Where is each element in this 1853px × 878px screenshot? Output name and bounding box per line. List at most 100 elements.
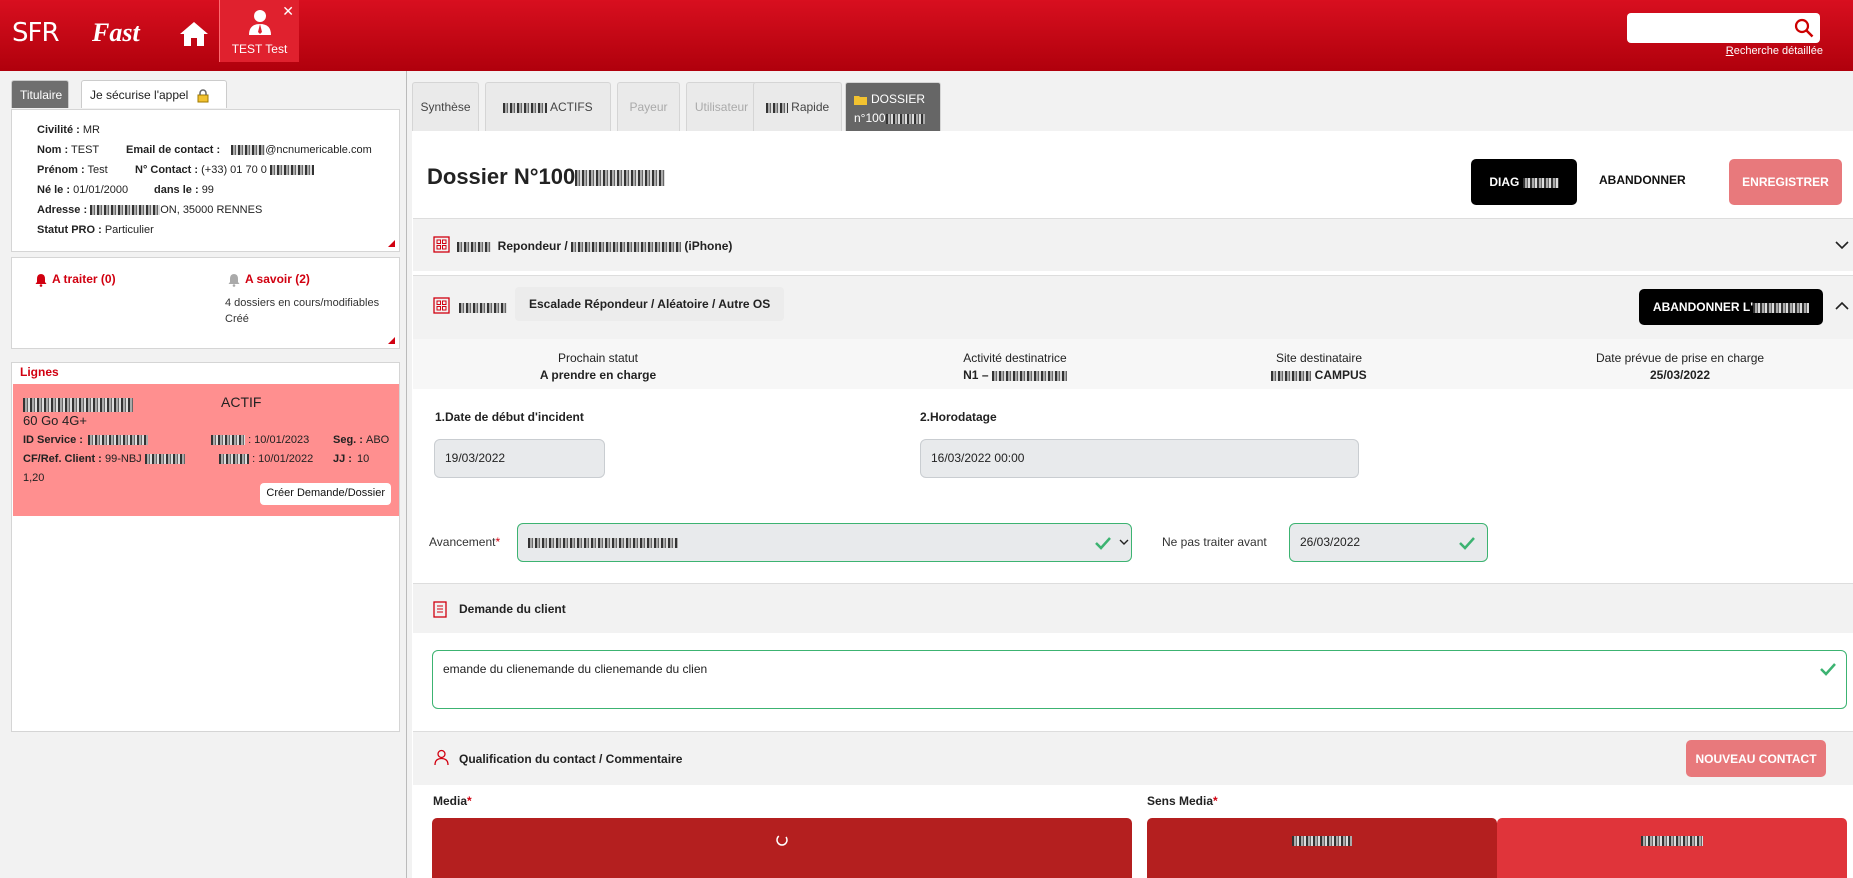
- line-extra-value: 1,20: [23, 472, 45, 484]
- home-icon[interactable]: [178, 20, 210, 48]
- search-input[interactable]: [1627, 13, 1820, 43]
- check-icon: [1820, 663, 1836, 676]
- firstname-row: Prénom : Test: [37, 164, 108, 176]
- lines-title: Lignes: [20, 365, 59, 379]
- line-offer: 60 Go 4G+: [23, 413, 87, 428]
- advanced-search-link[interactable]: Recherche détaillée: [1726, 45, 1823, 57]
- document-icon: [433, 601, 447, 618]
- user-icon: [249, 10, 271, 35]
- user-icon: [434, 749, 449, 766]
- jj-label: JJ :: [333, 453, 352, 465]
- escalade-section: Escalade Répondeur / Aléatoire / Autre O…: [413, 275, 1853, 340]
- chevron-up-icon[interactable]: [1835, 299, 1849, 313]
- seg-label: Seg. :: [333, 434, 363, 446]
- spinner-icon: [776, 834, 788, 846]
- escalade-breadcrumb: Escalade Répondeur / Aléatoire / Autre O…: [515, 287, 785, 321]
- client-tab[interactable]: ✕ TEST Test: [219, 0, 299, 62]
- dept-row: dans le : 99: [154, 184, 214, 196]
- incident-date-input[interactable]: 19/03/2022: [434, 439, 605, 478]
- chevron-down-icon[interactable]: [1119, 537, 1129, 547]
- page-title: Dossier N°100: [427, 164, 666, 190]
- line-status: ACTIF: [221, 394, 262, 410]
- media-direction-outgoing[interactable]: [1497, 818, 1847, 878]
- sfr-logo: SFR: [12, 18, 60, 48]
- masked-value: [231, 145, 266, 156]
- masked-value: [459, 303, 507, 313]
- abandon-escalade-button[interactable]: ABANDONNER L': [1639, 289, 1823, 325]
- client-tab-label: TEST Test: [231, 42, 288, 56]
- app-logo: Fast: [92, 18, 140, 47]
- not-before-input[interactable]: 26/03/2022: [1289, 523, 1488, 562]
- folder-icon: [854, 95, 867, 105]
- panel-divider: [406, 71, 407, 878]
- holder-panel: Civilité : MR Nom : TEST Email de contac…: [11, 109, 400, 252]
- motif-section: Repondeur / (iPhone): [413, 218, 1853, 271]
- tab-dossier[interactable]: DOSSIER n°100: [845, 82, 941, 131]
- chevron-down-icon[interactable]: [1835, 238, 1849, 252]
- target-activity: Activité destinatrice N1 –: [963, 351, 1067, 382]
- line-date-2: : 10/01/2022: [219, 453, 313, 465]
- line-number: [23, 396, 133, 413]
- cf-value: 99-NBJ: [105, 453, 185, 465]
- id-service-label: ID Service :: [23, 434, 83, 446]
- qualification-title: Qualification du contact / Commentaire: [459, 752, 683, 766]
- demande-header: [413, 584, 1853, 633]
- avancement-select[interactable]: [517, 523, 1132, 562]
- new-contact-button[interactable]: NOUVEAU CONTACT: [1686, 740, 1826, 777]
- tab-utilisateur[interactable]: Utilisateur: [686, 82, 757, 131]
- masked-value: [90, 205, 161, 216]
- tab-payeur[interactable]: Payeur: [617, 82, 680, 131]
- line-card[interactable]: ACTIF 60 Go 4G+ ID Service : : 10/01/202…: [13, 384, 399, 516]
- not-before-label: Ne pas traiter avant: [1162, 535, 1267, 549]
- line-date-1: : 10/01/2023: [211, 434, 309, 446]
- top-bar: SFR Fast ✕ TEST Test Recherche détaillée: [0, 0, 1853, 71]
- masked-value: [528, 537, 678, 548]
- expand-corner-icon[interactable]: [388, 337, 395, 344]
- client-request-textarea[interactable]: emande du clienemande du clienemande du …: [432, 650, 1847, 709]
- name-row: Nom : TEST: [37, 144, 100, 156]
- media-label: Media*: [433, 794, 472, 808]
- birth-row: Né le : 01/01/2000: [37, 184, 129, 196]
- bell-icon: [35, 273, 47, 287]
- bell-icon: [228, 273, 240, 287]
- save-button[interactable]: ENREGISTRER: [1729, 159, 1842, 205]
- demande-title: Demande du client: [459, 602, 566, 616]
- media-direction-incoming[interactable]: [1147, 818, 1497, 878]
- tab-rapide[interactable]: Rapide: [753, 82, 842, 131]
- abandon-button[interactable]: ABANDONNER: [1599, 173, 1686, 187]
- next-status: Prochain statut A prendre en charge: [539, 351, 657, 382]
- avancement-label: Avancement*: [429, 535, 501, 549]
- escalade-info: Prochain statut A prendre en charge Activ…: [413, 339, 1853, 389]
- email-row: Email de contact : @ncnumericable.com: [126, 144, 372, 156]
- address-row: Adresse : ON, 35000 RENNES: [37, 204, 263, 216]
- seg-value: ABO: [366, 434, 390, 446]
- horodatage-input[interactable]: 16/03/2022 00:00: [920, 439, 1359, 478]
- media-option-loading[interactable]: [432, 818, 1132, 878]
- grid-icon: [433, 297, 450, 314]
- grid-icon: [433, 236, 450, 253]
- masked-value: [269, 165, 314, 176]
- tab-secure-call[interactable]: Je sécurise l'appel: [81, 80, 227, 108]
- diag-button[interactable]: DIAG: [1471, 159, 1577, 205]
- close-tab-icon[interactable]: ✕: [282, 3, 294, 20]
- incident-date-label: 1.Date de début d'incident: [435, 410, 584, 424]
- planned-date: Date prévue de prise en charge 25/03/2022: [1595, 351, 1765, 382]
- tab-synthese[interactable]: Synthèse: [412, 82, 479, 131]
- tab-titulaire[interactable]: Titulaire: [11, 80, 69, 108]
- tab-actifs[interactable]: ACTIFS: [485, 82, 611, 131]
- civility-row: Civilité : MR: [37, 124, 100, 136]
- expand-corner-icon[interactable]: [388, 240, 395, 247]
- masked-value: [88, 434, 148, 446]
- target-site: Site destinataire CAMPUS: [1199, 351, 1439, 382]
- alerts-panel: A traiter (0) A savoir (2) 4 dossiers en…: [11, 257, 400, 349]
- alert-to-process[interactable]: A traiter (0): [34, 272, 116, 287]
- search-icon[interactable]: [1794, 18, 1814, 38]
- create-request-button[interactable]: Créer Demande/Dossier: [260, 483, 391, 505]
- check-icon: [1459, 537, 1475, 550]
- sens-media-label: Sens Media*: [1147, 794, 1218, 808]
- motif-breadcrumb: Repondeur / (iPhone): [457, 232, 742, 260]
- alert-to-know[interactable]: A savoir (2): [227, 272, 310, 287]
- contact-row: N° Contact : (+33) 01 70 0: [135, 164, 314, 176]
- check-icon: [1095, 537, 1111, 550]
- lines-panel: Lignes ACTIF 60 Go 4G+ ID Service : : 10…: [11, 362, 400, 732]
